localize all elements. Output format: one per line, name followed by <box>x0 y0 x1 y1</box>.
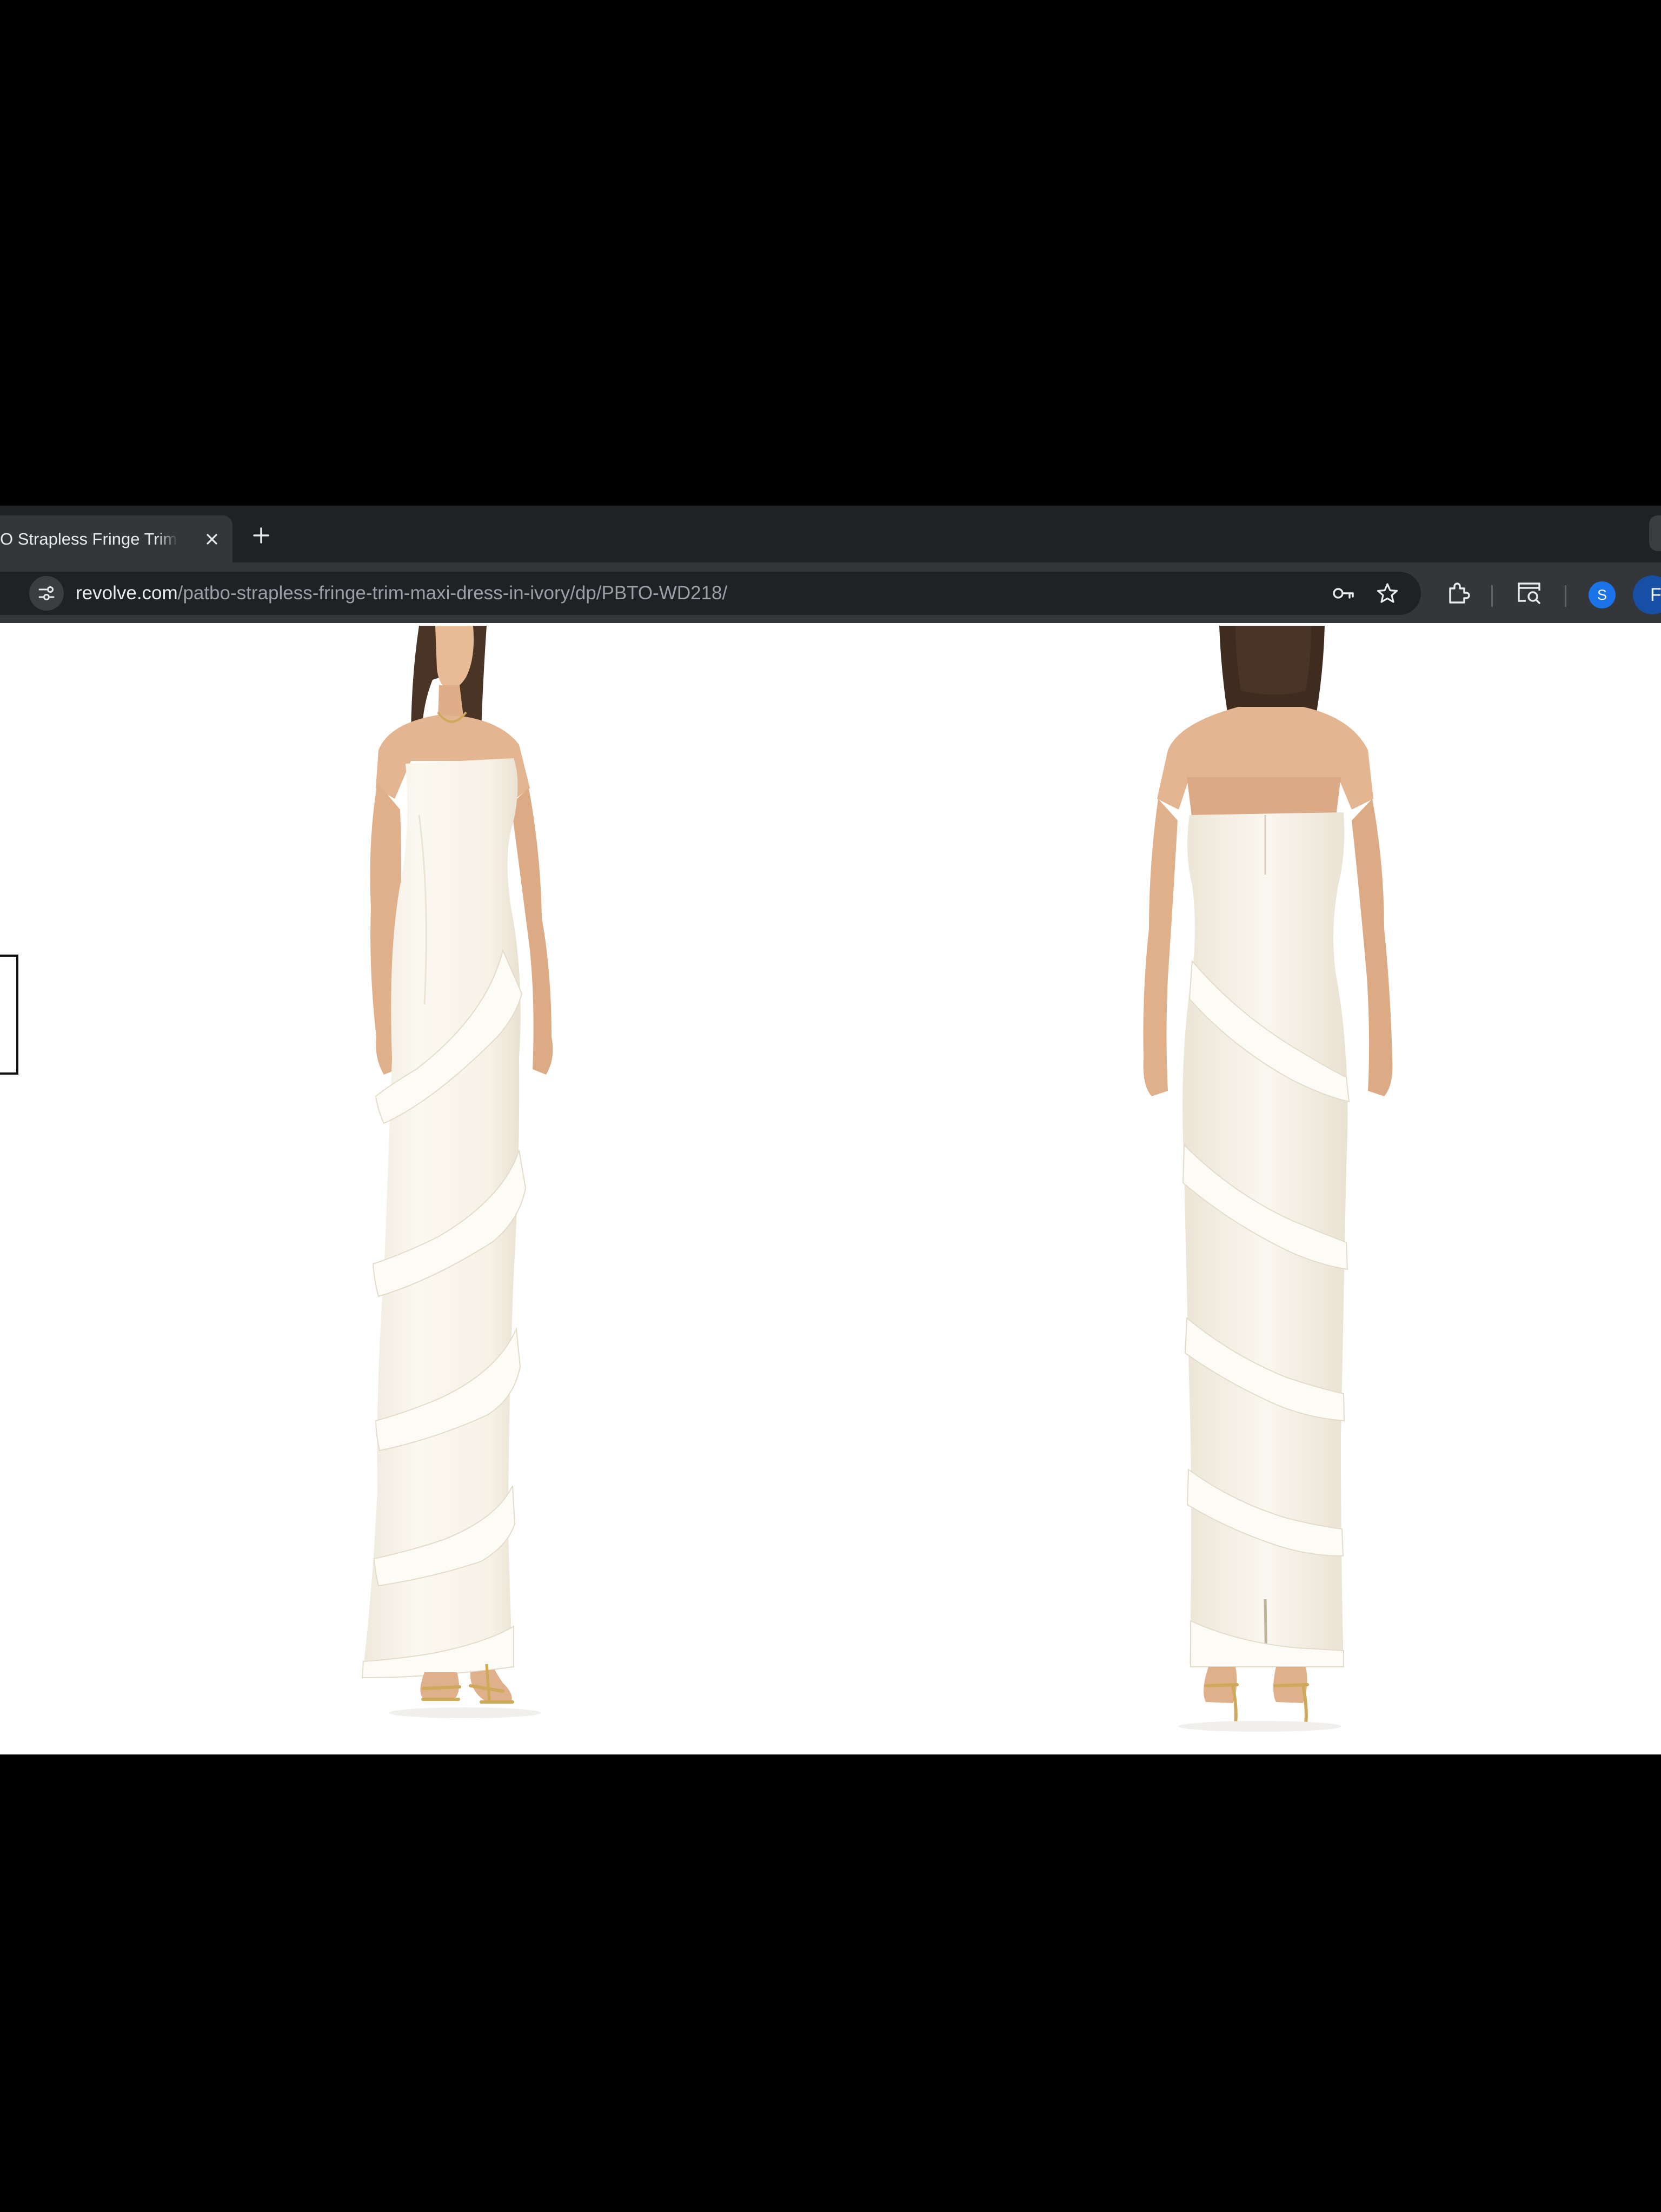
plus-icon[interactable] <box>248 522 275 549</box>
toolbar-divider <box>1565 585 1566 607</box>
extensions-icon[interactable] <box>1443 578 1473 608</box>
window-control-button[interactable] <box>1649 515 1661 551</box>
star-icon[interactable] <box>1375 581 1400 606</box>
url-text[interactable]: revolve.com/patbo-strapless-fringe-trim-… <box>76 582 727 604</box>
close-icon[interactable] <box>201 528 223 550</box>
url-path: /patbo-strapless-fringe-trim-maxi-dress-… <box>177 582 728 604</box>
password-key-icon[interactable] <box>1331 581 1356 606</box>
toolbar: revolve.com/patbo-strapless-fringe-trim-… <box>0 562 1661 623</box>
url-host: revolve.com <box>76 582 178 604</box>
profile-avatar[interactable]: S <box>1589 581 1616 608</box>
profile-avatar-secondary[interactable]: F <box>1633 575 1661 614</box>
site-info-icon[interactable] <box>29 576 64 611</box>
product-image-back[interactable] <box>1098 626 1433 1754</box>
page-content <box>0 626 1661 1754</box>
product-image-front[interactable] <box>324 626 660 1754</box>
address-bar[interactable]: revolve.com/patbo-strapless-fringe-trim-… <box>0 572 1421 615</box>
tab-strip: O Strapless Fringe Trim Maxi <box>0 506 1661 562</box>
browser-window: O Strapless Fringe Trim Maxi revolve.com… <box>0 506 1661 1754</box>
toolbar-divider <box>1491 585 1493 607</box>
tab-search-icon[interactable] <box>1514 578 1544 608</box>
tab-title: O Strapless Fringe Trim Maxi <box>0 529 178 548</box>
active-tab[interactable]: O Strapless Fringe Trim Maxi <box>0 515 232 562</box>
previous-image-button[interactable] <box>0 955 18 1075</box>
